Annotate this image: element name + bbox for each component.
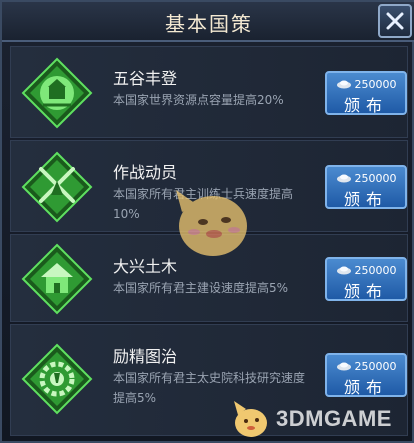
building-icon (21, 243, 93, 315)
policy-panel: 基本国策 五谷丰登 本国家世界资源点容量提高20% 250000 颁布 作战动员… (0, 0, 414, 443)
harvest-icon (21, 57, 93, 129)
button-label: 颁布 (343, 190, 388, 209)
title-bar: 基本国策 (2, 2, 414, 42)
policy-card-harvest: 五谷丰登 本国家世界资源点容量提高20% 250000 颁布 (10, 46, 408, 138)
silver-icon (336, 362, 351, 371)
cost-display: 250000 (327, 261, 405, 279)
panel-title: 基本国策 (165, 12, 253, 36)
cost-value: 250000 (354, 171, 397, 185)
promulgate-button[interactable]: 250000 颁布 (325, 165, 407, 209)
policy-name: 励精图治 (113, 347, 178, 366)
policy-name: 作战动员 (113, 163, 178, 182)
promulgate-button[interactable]: 250000 颁布 (325, 353, 407, 397)
button-label: 颁布 (343, 282, 388, 301)
button-label: 颁布 (343, 96, 388, 115)
promulgate-button[interactable]: 250000 颁布 (325, 257, 407, 301)
watermark-text: 3DMGAME (276, 406, 392, 431)
cost-display: 250000 (327, 357, 405, 375)
silver-icon (336, 174, 351, 183)
cost-value: 250000 (354, 263, 397, 277)
close-icon (386, 12, 404, 30)
swords-icon (21, 151, 93, 223)
policy-name: 大兴土木 (113, 257, 178, 276)
promulgate-button[interactable]: 250000 颁布 (325, 71, 407, 115)
button-label: 颁布 (343, 378, 388, 397)
close-button[interactable] (378, 4, 412, 38)
cost-display: 250000 (327, 169, 405, 187)
silver-icon (336, 266, 351, 275)
watermark-mascot-icon (234, 401, 267, 437)
cost-value: 250000 (354, 77, 397, 91)
cost-display: 250000 (327, 75, 405, 93)
watermark: 3DMGAME (230, 399, 392, 439)
silver-icon (336, 80, 351, 89)
policy-description: 本国家所有君主建设速度提高5% (113, 281, 289, 295)
policy-name: 五谷丰登 (113, 69, 178, 88)
mascot-overlay-icon (176, 190, 247, 256)
research-gear-icon (21, 343, 93, 415)
cost-value: 250000 (354, 359, 397, 373)
policy-description: 本国家世界资源点容量提高20% (113, 93, 284, 107)
